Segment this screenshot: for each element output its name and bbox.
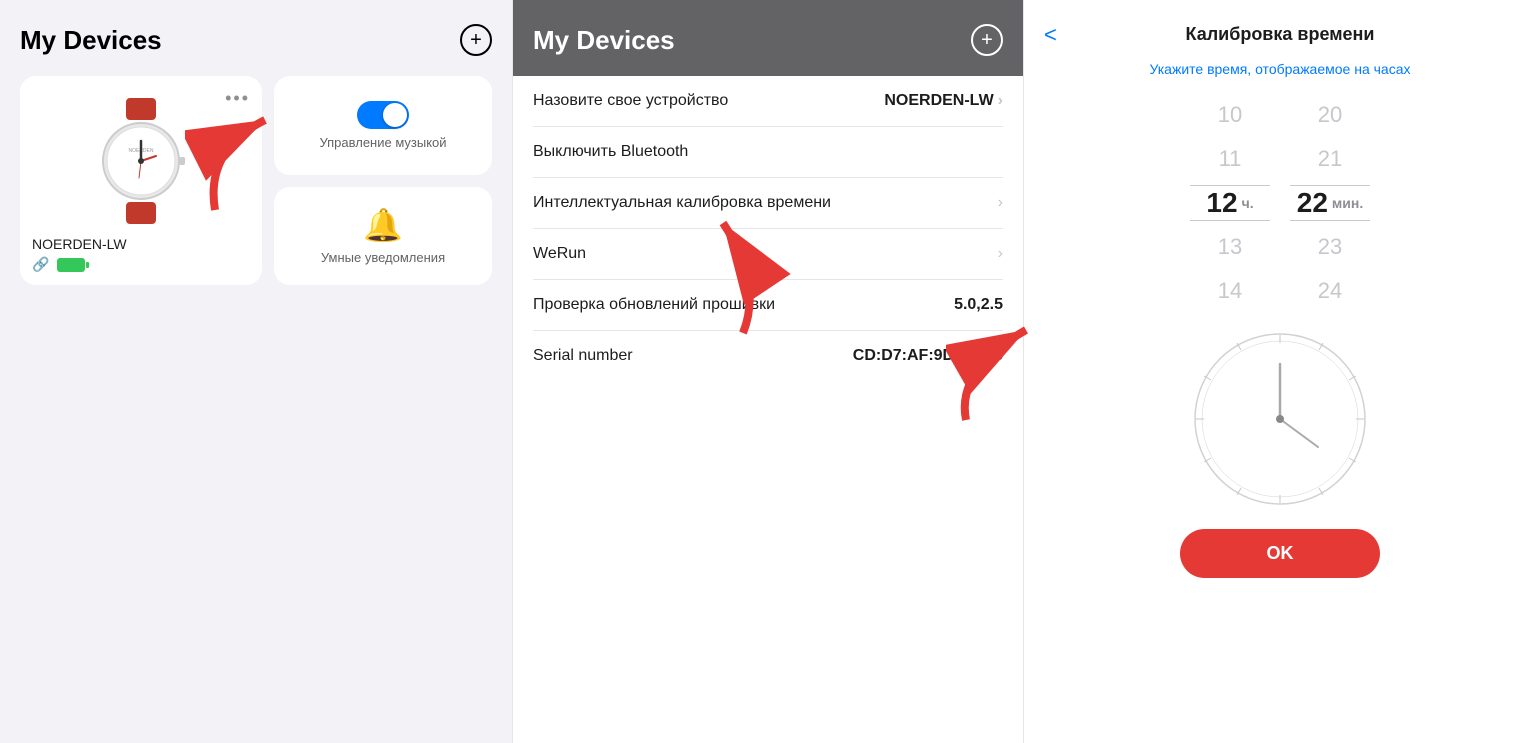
hour-item-14[interactable]: 14 <box>1190 273 1270 309</box>
minutes-column[interactable]: 20 21 22 мин. 23 24 <box>1290 97 1370 309</box>
panel-my-devices: My Devices + ••• NOERDEN <box>0 0 512 743</box>
min-item-20[interactable]: 20 <box>1290 97 1370 133</box>
panel-device-settings: My Devices + Назовите свое устройство NO… <box>512 0 1024 743</box>
settings-item-bluetooth[interactable]: Выключить Bluetooth <box>533 127 1003 178</box>
panel1-title: My Devices <box>20 25 162 56</box>
settings-item-firmware[interactable]: Проверка обновлений прошивки 5.0,2.5 <box>533 280 1003 331</box>
settings-container: Назовите свое устройство NOERDEN-LW › Вы… <box>513 76 1023 381</box>
calibration-subtitle: Укажите время, отображаемое на часах <box>1044 61 1516 77</box>
clock-face-svg <box>1190 329 1370 509</box>
music-label: Управление музыкой <box>319 135 446 150</box>
panel3-header: < Калибровка времени <box>1044 24 1516 45</box>
panel2-add-button[interactable]: + <box>971 24 1003 56</box>
watch-svg: NOERDEN <box>91 96 191 226</box>
hour-item-13[interactable]: 13 <box>1190 229 1270 265</box>
widget-notifications[interactable]: 🔔 Умные уведомления <box>274 187 492 286</box>
notifications-label: Умные уведомления <box>321 250 445 265</box>
watch-image: NOERDEN <box>32 96 250 226</box>
widget-music[interactable]: Управление музыкой <box>274 76 492 175</box>
settings-item-name[interactable]: Назовите свое устройство NOERDEN-LW › <box>533 76 1003 127</box>
widgets-column: Управление музыкой 🔔 Умные уведомления <box>274 76 492 285</box>
bell-icon: 🔔 <box>363 206 403 244</box>
chevron-icon-0: › <box>998 92 1003 110</box>
min-item-23[interactable]: 23 <box>1290 229 1370 265</box>
settings-item-serial[interactable]: Serial number CD:D7:AF:9D:04:4B <box>533 331 1003 381</box>
min-item-22-selected[interactable]: 22 мин. <box>1290 185 1370 221</box>
ok-button[interactable]: OK <box>1180 529 1380 578</box>
hours-column[interactable]: 10 11 12 ч. 13 14 <box>1190 97 1270 309</box>
clock-face-container <box>1044 329 1516 509</box>
panel2-title: My Devices <box>533 25 675 56</box>
link-icon: 🔗 <box>32 256 49 273</box>
device-status: 🔗 <box>32 256 250 273</box>
chevron-icon-3: › <box>998 245 1003 263</box>
calibration-title: Калибровка времени <box>1185 24 1374 45</box>
panel-time-calibration: < Калибровка времени Укажите время, отоб… <box>1024 0 1536 743</box>
hour-item-10[interactable]: 10 <box>1190 97 1270 133</box>
panel1-header: My Devices + <box>20 24 492 56</box>
time-picker: 10 11 12 ч. 13 14 20 21 22 мин. 23 24 <box>1044 97 1516 309</box>
device-card-main[interactable]: ••• NOERDEN <box>20 76 262 285</box>
min-item-24[interactable]: 24 <box>1290 273 1370 309</box>
music-toggle[interactable] <box>357 101 409 129</box>
devices-grid: ••• NOERDEN <box>20 76 492 285</box>
battery-indicator <box>57 258 85 272</box>
add-device-button[interactable]: + <box>460 24 492 56</box>
min-item-21[interactable]: 21 <box>1290 141 1370 177</box>
chevron-icon-2: › <box>998 194 1003 212</box>
hour-item-12-selected[interactable]: 12 ч. <box>1190 185 1270 221</box>
back-button[interactable]: < <box>1044 22 1057 48</box>
settings-item-werun[interactable]: WeRun › <box>533 229 1003 280</box>
settings-list: Назовите свое устройство NOERDEN-LW › Вы… <box>533 76 1003 381</box>
hour-item-11[interactable]: 11 <box>1190 141 1270 177</box>
device-name: NOERDEN-LW <box>32 236 250 252</box>
three-dots-menu[interactable]: ••• <box>225 88 250 109</box>
settings-item-calibration[interactable]: Интеллектуальная калибровка времени › <box>533 178 1003 229</box>
panel2-header: My Devices + <box>513 0 1023 76</box>
